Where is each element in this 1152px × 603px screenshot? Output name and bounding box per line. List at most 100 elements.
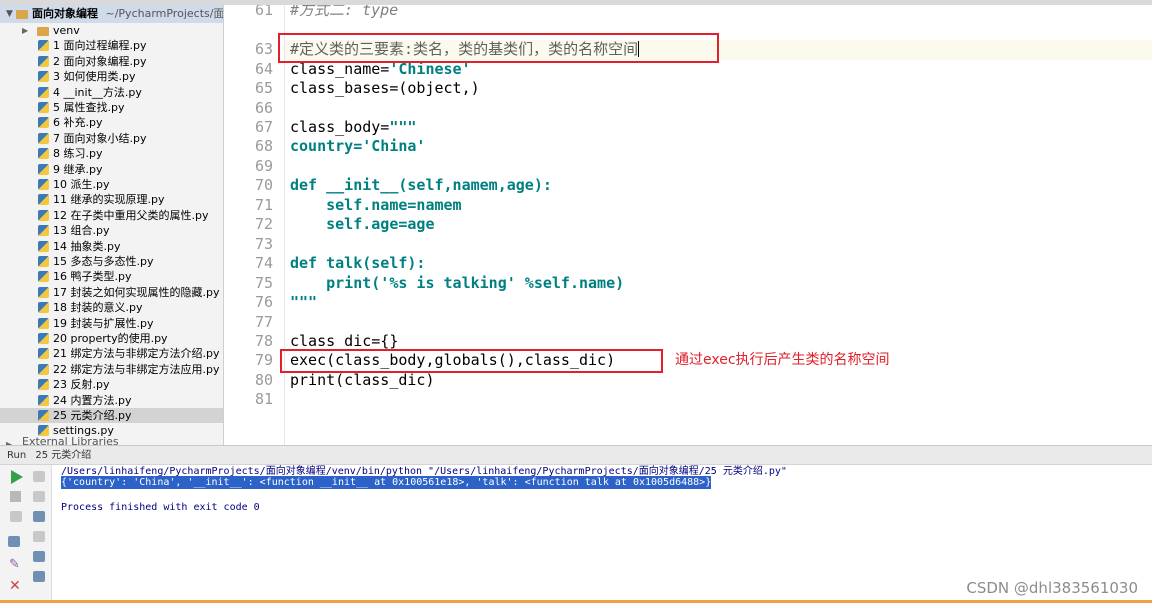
tree-item-label: 10 派生.py bbox=[53, 178, 110, 191]
python-file-icon bbox=[38, 209, 49, 221]
stop-icon[interactable] bbox=[10, 491, 21, 502]
tree-item-label: 7 面向对象小结.py bbox=[53, 131, 147, 145]
tree-item-file[interactable]: 10 派生.py bbox=[0, 177, 223, 192]
line-number: 63 bbox=[254, 40, 273, 58]
tree-item-file[interactable]: 7 面向对象小结.py bbox=[0, 131, 223, 146]
rerun-icon[interactable] bbox=[11, 470, 23, 484]
code-line-75: print('%s is talking' %self.name) bbox=[290, 274, 625, 292]
restore-layout-icon[interactable] bbox=[8, 536, 20, 547]
tree-item-label: 3 如何使用类.py bbox=[53, 70, 136, 84]
tree-item-label: 17 封装之如何实现属性的隐藏.py bbox=[53, 285, 220, 299]
line-number: 74 bbox=[254, 254, 273, 272]
tree-item-file[interactable]: 8 练习.py bbox=[0, 146, 223, 161]
tree-item-label: 8 练习.py bbox=[53, 147, 103, 161]
pause-icon[interactable] bbox=[10, 511, 22, 522]
pin-icon[interactable]: ✎ bbox=[9, 558, 23, 571]
down-arrow-icon[interactable] bbox=[33, 491, 45, 502]
line-number: 61 bbox=[254, 5, 273, 19]
folder-icon bbox=[37, 27, 49, 36]
tree-item-file[interactable]: 18 封装的意义.py bbox=[0, 300, 223, 315]
tree-item-label: 14 抽象类.py bbox=[53, 239, 121, 253]
python-file-icon bbox=[38, 40, 49, 52]
python-file-icon bbox=[38, 102, 49, 113]
tree-item-file[interactable]: 13 组合.py bbox=[0, 223, 223, 238]
python-file-icon bbox=[38, 55, 49, 67]
tree-item-file[interactable]: 20 property的使用.py bbox=[0, 331, 223, 346]
line-number: 80 bbox=[254, 371, 273, 389]
tree-item-file[interactable]: 25 元类介绍.py bbox=[0, 408, 223, 424]
code-line-74: def talk(self): bbox=[290, 254, 425, 274]
tree-item-file[interactable]: 24 内置方法.py bbox=[0, 393, 223, 408]
tree-item-file[interactable]: 22 绑定方法与非绑定方法应用.py bbox=[0, 362, 223, 377]
code-token: class_body= bbox=[290, 118, 390, 136]
tree-item-label: 16 鸭子类型.py bbox=[53, 270, 132, 284]
tree-item-file[interactable]: 19 封装与扩展性.py bbox=[0, 316, 223, 331]
tree-item-label: 6 补充.py bbox=[53, 116, 103, 130]
tree-item-file[interactable]: 14 抽象类.py bbox=[0, 239, 223, 254]
line-number-gutter: 61 63 64 65 66 67 68 69 70 71 72 73 74 75 76 77 78 79 80 81 bbox=[225, 5, 285, 445]
python-file-icon bbox=[38, 379, 49, 391]
tree-item-file[interactable]: 17 封装之如何实现属性的隐藏.py bbox=[0, 285, 223, 300]
annotation-box-line-79 bbox=[280, 349, 663, 373]
python-file-icon bbox=[38, 132, 49, 144]
code-line-67: class_body=""" bbox=[290, 118, 416, 138]
tree-item-file[interactable]: 21 绑定方法与非绑定方法介绍.py bbox=[0, 346, 223, 361]
tab-run-config[interactable]: 25 元类介绍 bbox=[35, 450, 91, 461]
tree-item-venv[interactable]: ▶ venv bbox=[0, 23, 223, 38]
line-number: 77 bbox=[254, 313, 273, 331]
line-number: 66 bbox=[254, 99, 273, 117]
line-number: 64 bbox=[254, 60, 273, 78]
tree-item-file[interactable]: 4 __init__方法.py bbox=[0, 85, 223, 100]
chevron-down-icon[interactable]: ▼ bbox=[6, 5, 13, 23]
line-number: 78 bbox=[254, 332, 273, 350]
tree-item-file[interactable]: 2 面向对象编程.py bbox=[0, 54, 223, 69]
tree-item-file[interactable]: 3 如何使用类.py bbox=[0, 69, 223, 84]
folder-icon bbox=[16, 10, 28, 19]
python-file-icon bbox=[38, 148, 49, 160]
code-token: talk(self): bbox=[326, 254, 426, 272]
run-panel-header: Run 25 元类介绍 bbox=[0, 445, 1152, 465]
tree-item-label: 25 元类介绍.py bbox=[53, 409, 132, 422]
tree-item-file[interactable]: 1 面向过程编程.py bbox=[0, 38, 223, 53]
print-icon[interactable] bbox=[33, 551, 45, 562]
code-token: __init__(self,namem,age): bbox=[326, 176, 552, 194]
chevron-right-icon[interactable]: ▶ bbox=[6, 437, 12, 445]
code-line-80: print(class_dic) bbox=[290, 371, 435, 389]
scroll-to-end-icon[interactable] bbox=[33, 531, 45, 542]
tree-item-file[interactable]: 9 继承.py bbox=[0, 162, 223, 177]
tree-item-label: 19 封装与扩展性.py bbox=[53, 316, 154, 330]
tree-item-label: 15 多态与多态性.py bbox=[53, 255, 154, 268]
tree-item-file[interactable]: 15 多态与多态性.py bbox=[0, 254, 223, 269]
line-number: 79 bbox=[254, 351, 273, 369]
line-number: 76 bbox=[254, 293, 273, 311]
tree-item-external-libraries[interactable]: ▶ External Libraries bbox=[0, 435, 223, 445]
python-file-icon bbox=[38, 333, 49, 344]
tree-item-file[interactable]: 23 反射.py bbox=[0, 377, 223, 392]
tree-item-label: venv bbox=[53, 24, 80, 37]
tree-item-label: 1 面向过程编程.py bbox=[53, 39, 147, 53]
line-number: 72 bbox=[254, 215, 273, 233]
line-number: 70 bbox=[254, 176, 273, 194]
tree-item-file[interactable]: 11 继承的实现原理.py bbox=[0, 192, 223, 207]
run-label: Run bbox=[7, 450, 27, 461]
soft-wrap-icon[interactable] bbox=[33, 511, 45, 522]
tree-item-label: 12 在子类中重用父类的属性.py bbox=[53, 208, 209, 222]
close-icon[interactable]: ✕ bbox=[9, 579, 23, 593]
tree-item-label: 5 属性查找.py bbox=[53, 101, 125, 114]
code-line-68: country='China' bbox=[290, 137, 426, 155]
python-file-icon bbox=[38, 117, 49, 129]
tree-item-file[interactable]: 16 鸭子类型.py bbox=[0, 269, 223, 284]
tree-item-file[interactable]: 12 在子类中重用父类的属性.py bbox=[0, 208, 223, 223]
tree-item-label: 24 内置方法.py bbox=[53, 393, 132, 407]
tree-item-label: 13 组合.py bbox=[53, 224, 110, 238]
up-arrow-icon[interactable] bbox=[33, 471, 45, 482]
python-file-icon bbox=[38, 71, 49, 83]
clear-all-icon[interactable] bbox=[33, 571, 45, 582]
code-line-65: class_bases=(object,) bbox=[290, 79, 480, 97]
tree-item-file[interactable]: 6 补充.py bbox=[0, 115, 223, 130]
watermark: CSDN @dhl383561030 bbox=[966, 579, 1138, 597]
project-root[interactable]: ▼ 面向对象编程 ~/PycharmProjects/面向 bbox=[0, 5, 223, 23]
code-editor[interactable]: 61 63 64 65 66 67 68 69 70 71 72 73 74 75 76 77 78 79 80 81… bbox=[225, 5, 1152, 445]
tree-item-file[interactable]: 5 属性查找.py bbox=[0, 100, 223, 115]
chevron-right-icon[interactable]: ▶ bbox=[22, 23, 28, 38]
